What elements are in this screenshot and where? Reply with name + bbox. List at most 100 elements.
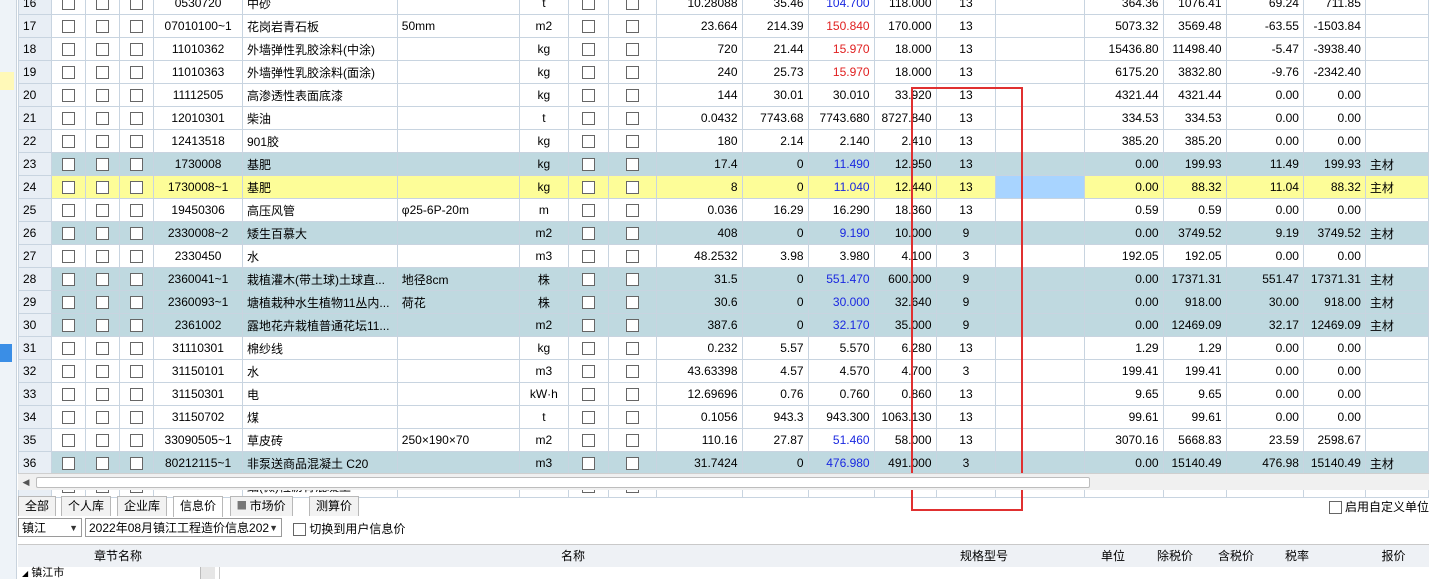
blank-col[interactable]	[995, 336, 1086, 360]
flag-checkbox[interactable]	[119, 14, 155, 38]
checkbox[interactable]	[96, 388, 110, 402]
checkbox[interactable]	[62, 342, 76, 356]
pretax-market-price[interactable]: 11.040	[807, 175, 875, 199]
table-row[interactable]: 21 12010301 柴油 t 0.0432 7743.68 7743.680 8727.8…	[17, 106, 1429, 130]
amount-diff[interactable]: 199.93	[1302, 152, 1366, 176]
lock-checkbox[interactable]	[51, 336, 87, 360]
lock-checkbox[interactable]	[51, 382, 87, 406]
price-diff[interactable]: 23.59	[1225, 428, 1304, 452]
tax-rate[interactable]: 13	[935, 106, 997, 130]
option-checkbox-b[interactable]	[608, 0, 657, 15]
material-type[interactable]: 主材	[1364, 152, 1429, 176]
checkbox[interactable]	[130, 204, 144, 218]
flag-checkbox[interactable]	[119, 428, 155, 452]
tax-rate[interactable]: 13	[935, 60, 997, 84]
taxinc-market-price[interactable]: 18.000	[873, 37, 937, 61]
checkbox[interactable]	[582, 89, 596, 103]
row-number[interactable]: 23	[17, 152, 53, 176]
table-row[interactable]: 18 11010362 外墙弹性乳胶涂料(中涂) kg 720 21.44 15.970 18…	[17, 37, 1429, 61]
tax-rate[interactable]: 13	[935, 0, 997, 15]
option-checkbox-b[interactable]	[608, 428, 657, 452]
checkbox[interactable]	[130, 434, 144, 448]
tab-personal[interactable]: 个人库	[61, 496, 112, 516]
amount-base[interactable]: 364.36	[1084, 0, 1164, 15]
amount-base[interactable]: 99.61	[1084, 405, 1164, 429]
checkbox[interactable]	[62, 388, 76, 402]
amount-market[interactable]: 4321.44	[1162, 83, 1227, 107]
select-checkbox[interactable]	[85, 60, 121, 84]
amount-diff[interactable]: 0.00	[1302, 129, 1366, 153]
taxinc-market-price[interactable]: 0.860	[873, 382, 937, 406]
amount-market[interactable]: 0.59	[1162, 198, 1227, 222]
material-unit[interactable]: kg	[518, 129, 570, 153]
amount-market[interactable]: 5668.83	[1162, 428, 1227, 452]
tax-rate[interactable]: 13	[935, 428, 997, 452]
checkbox[interactable]	[626, 388, 640, 402]
option-checkbox-a[interactable]	[568, 37, 610, 61]
amount-base[interactable]: 0.00	[1084, 152, 1164, 176]
material-spec[interactable]	[396, 129, 520, 153]
table-row[interactable]: 20 11112505 高渗透性表面底漆 kg 144 30.01 30.010 33.920…	[17, 83, 1429, 107]
material-spec[interactable]	[396, 244, 520, 268]
flag-checkbox[interactable]	[119, 175, 155, 199]
pretax-market-price[interactable]: 7743.680	[807, 106, 875, 130]
lock-checkbox[interactable]	[51, 14, 87, 38]
option-checkbox-b[interactable]	[608, 405, 657, 429]
amount-base[interactable]: 1.29	[1084, 336, 1164, 360]
row-number[interactable]: 29	[17, 290, 53, 314]
material-name[interactable]: 棉纱线	[241, 336, 398, 360]
material-name[interactable]: 矮生百慕大	[241, 221, 398, 245]
table-row[interactable]: 17 07010100~1 花岗岩青石板 50mm m2 23.664 214.39 150.…	[17, 14, 1429, 38]
quantity[interactable]: 144	[655, 83, 743, 107]
taxinc-market-price[interactable]: 12.950	[873, 152, 937, 176]
amount-base[interactable]: 0.00	[1084, 267, 1164, 291]
checkbox[interactable]	[582, 457, 596, 471]
table-row[interactable]: 23 1730008 基肥 kg 17.4 0 11.490 12.950 13 0.00 199.…	[17, 152, 1429, 176]
amount-market[interactable]: 385.20	[1162, 129, 1227, 153]
taxinc-market-price[interactable]: 18.000	[873, 60, 937, 84]
amount-base[interactable]: 0.00	[1084, 175, 1164, 199]
select-checkbox[interactable]	[85, 405, 121, 429]
material-code[interactable]: 31150702	[153, 405, 243, 429]
table-row[interactable]: 16 0530720 中砂 t 10.28088 35.46 104.700 118.000 1…	[17, 0, 1429, 15]
select-checkbox[interactable]	[85, 37, 121, 61]
pretax-base-price[interactable]: 0	[741, 221, 809, 245]
material-spec[interactable]	[396, 405, 520, 429]
checkbox[interactable]	[626, 66, 640, 80]
tab-all[interactable]: 全部	[18, 496, 57, 516]
material-spec[interactable]	[396, 152, 520, 176]
row-number[interactable]: 31	[17, 336, 53, 360]
option-checkbox-a[interactable]	[568, 60, 610, 84]
checkbox[interactable]	[130, 411, 144, 425]
select-checkbox[interactable]	[85, 267, 121, 291]
pretax-base-price[interactable]: 2.14	[741, 129, 809, 153]
pretax-market-price[interactable]: 150.840	[807, 14, 875, 38]
select-checkbox[interactable]	[85, 152, 121, 176]
blank-col[interactable]	[995, 405, 1086, 429]
amount-market[interactable]: 199.41	[1162, 359, 1227, 383]
pretax-market-price[interactable]: 104.700	[807, 0, 875, 15]
material-spec[interactable]: 50mm	[396, 14, 520, 38]
material-code[interactable]: 11112505	[153, 83, 243, 107]
taxinc-market-price[interactable]: 1063.130	[873, 405, 937, 429]
period-select[interactable]: 2022年08月镇江工程造价信息202 ▼	[85, 518, 282, 537]
amount-diff[interactable]: 918.00	[1302, 290, 1366, 314]
checkbox[interactable]	[582, 342, 596, 356]
table-row[interactable]: 22 12413518 901胶 kg 180 2.14 2.140 2.410 13 385.2…	[17, 129, 1429, 153]
material-unit[interactable]: kW·h	[518, 382, 570, 406]
checkbox[interactable]	[582, 365, 596, 379]
amount-base[interactable]: 385.20	[1084, 129, 1164, 153]
amount-base[interactable]: 199.41	[1084, 359, 1164, 383]
price-diff[interactable]: 476.98	[1225, 451, 1304, 475]
amount-market[interactable]: 3832.80	[1162, 60, 1227, 84]
tax-rate[interactable]: 9	[935, 290, 997, 314]
material-unit[interactable]: kg	[518, 175, 570, 199]
option-checkbox-b[interactable]	[608, 359, 657, 383]
checkbox[interactable]	[626, 365, 640, 379]
quantity[interactable]: 0.1056	[655, 405, 743, 429]
blank-col[interactable]	[995, 106, 1086, 130]
material-spec[interactable]	[396, 336, 520, 360]
amount-diff[interactable]: 0.00	[1302, 359, 1366, 383]
material-spec[interactable]	[396, 175, 520, 199]
pretax-market-price[interactable]: 3.980	[807, 244, 875, 268]
